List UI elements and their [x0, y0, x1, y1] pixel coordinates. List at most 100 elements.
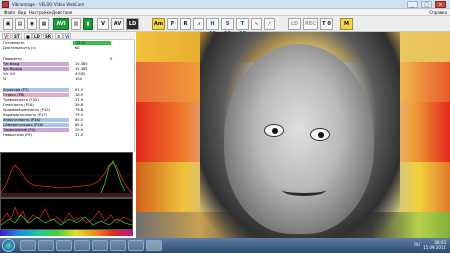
param-value: 4.932	[75, 72, 86, 76]
taskbar-app-icon[interactable]	[110, 240, 126, 251]
st-button[interactable]: ST	[12, 33, 22, 39]
emotion-label: Тревожность (F3X)	[3, 98, 39, 102]
settings-icon[interactable]: ⚙	[55, 33, 63, 39]
t10-button[interactable]: T 10	[236, 18, 249, 37]
taskbar-app-icon[interactable]	[92, 240, 108, 251]
taskbar-app-icon[interactable]	[146, 240, 162, 251]
color-spectrum-bar	[0, 230, 133, 236]
param-row: Ч/с ОО 4.932	[3, 72, 131, 76]
window-title: Vibraimage - VELDO Video WebCam	[12, 2, 85, 7]
emotion-label: Харизматичность (P17)	[3, 113, 48, 117]
emotion-row: Уравновешенность (P10) 79.8	[3, 108, 131, 112]
m-button[interactable]: M	[340, 18, 353, 30]
ld-button[interactable]: LD	[126, 18, 139, 30]
ld-sub-button[interactable]: LD	[32, 33, 42, 39]
emotion-value: 85.5	[75, 123, 84, 127]
start-button[interactable]	[2, 239, 15, 252]
menu-file[interactable]: Файл	[4, 10, 15, 15]
param-header-unit: S	[110, 57, 113, 61]
param-label: Ч/с Вход	[3, 62, 69, 66]
r-button[interactable]: R	[180, 18, 191, 30]
emotion-value: 61.5	[75, 88, 84, 92]
taskbar-app-icon[interactable]	[38, 240, 54, 251]
param-label: Ч/с Выход	[3, 67, 69, 71]
parameters-panel: Готовность 75 % Длительность (с) 60 Пара…	[0, 40, 135, 152]
emotion-label: Уравновешенность (P10)	[3, 108, 50, 112]
h10-button[interactable]: H 10	[206, 18, 219, 37]
face-region	[224, 44, 374, 234]
emotion-label: Невротизм (F9)	[3, 133, 32, 137]
param-header-label: Параметр	[3, 57, 22, 61]
mouth	[282, 184, 326, 196]
param-label: N	[3, 77, 6, 81]
clock[interactable]: 08:03 15.09.2011	[423, 240, 446, 250]
taskbar-app-icon[interactable]	[74, 240, 90, 251]
duration-row: Длительность (с) 60	[3, 46, 131, 50]
menu-actions[interactable]: Действия	[52, 10, 72, 15]
param-row: Ч/с Вход 15.385	[3, 62, 131, 66]
rec-button[interactable]: REC	[303, 18, 318, 30]
menu-bar: Файл Вид Настройки Действия Справка	[0, 9, 450, 16]
vi-sub-button[interactable]: Vi	[63, 33, 72, 39]
av-button[interactable]: AV	[111, 18, 124, 30]
emotion-row: Харизматичность (P17) 79.3	[3, 113, 131, 117]
duration-label: Длительность (с)	[3, 46, 36, 50]
emotion-label: Опасность (P16)	[3, 103, 34, 107]
t0-button[interactable]: T 0	[320, 18, 333, 30]
emotion-row: Тревожность (F3X) 37.9	[3, 98, 131, 102]
histogram-svg	[0, 160, 133, 197]
maximize-button[interactable]: □	[421, 1, 432, 8]
camera-icon[interactable]: ◉	[27, 18, 37, 30]
save-icon[interactable]: ▣	[3, 18, 13, 30]
emotion-row: Опасность (P16) 39.8	[3, 103, 131, 107]
param-value: 15.385	[75, 67, 88, 71]
am-button[interactable]: Am	[152, 18, 165, 30]
duration-value: 60	[75, 46, 80, 50]
square-icon[interactable]: ■	[24, 33, 32, 39]
menu-view[interactable]: Вид	[18, 10, 26, 15]
readiness-row: Готовность 75 %	[3, 41, 131, 45]
param-value: 100	[75, 77, 82, 81]
taskbar-app-icon[interactable]	[20, 240, 36, 251]
bars-icon[interactable]: ▮	[83, 18, 93, 30]
emotion-value: 31.0	[75, 133, 84, 137]
graph-icon[interactable]: ⩘	[193, 18, 204, 30]
param-label: Ч/с ОО	[3, 72, 16, 76]
chart-icon[interactable]: ▥	[71, 18, 81, 30]
emotion-row: Саморегуляция (P16) 85.5	[3, 123, 131, 127]
vi-button[interactable]: VI	[2, 33, 11, 39]
emotion-value: 25.9	[75, 128, 84, 132]
mode-bar: VI ST ■ LD SR ⚙ Vi	[0, 32, 135, 40]
minimize-button[interactable]: _	[407, 1, 418, 8]
taskbar-app-icon[interactable]	[128, 240, 144, 251]
emotion-label: Стресс (P8)	[3, 93, 69, 97]
toolbar: ▣ ▤ ◉ ▦ AVI ▥ ▮ V AV LD Am F R ⩘ H 10 S …	[0, 16, 450, 37]
emotion-label: Саморегуляция (P16)	[3, 123, 69, 127]
readiness-label: Готовность	[3, 41, 25, 45]
param-value: 15.385	[75, 62, 88, 66]
language-indicator[interactable]: RU	[414, 242, 420, 247]
emotion-row: Энергичность (P18) 85.5	[3, 118, 131, 122]
sr-button[interactable]: SR	[43, 33, 53, 39]
film-icon[interactable]: ▦	[39, 18, 49, 30]
emotion-value: 18.5	[75, 93, 84, 97]
menu-settings[interactable]: Настройки	[29, 10, 52, 15]
frequency-svg	[0, 205, 133, 226]
trend-icon[interactable]: ⁄	[264, 18, 275, 30]
f-button[interactable]: F	[167, 18, 178, 30]
taskbar-app-icon[interactable]	[56, 240, 72, 251]
menu-help[interactable]: Справка	[429, 10, 447, 15]
emotion-value: 79.3	[75, 113, 84, 117]
close-button[interactable]: ×	[435, 1, 446, 8]
app-icon	[2, 1, 9, 8]
readiness-value: 75 %	[76, 41, 86, 45]
title-bar: Vibraimage - VELDO Video WebCam _ □ ×	[0, 0, 450, 9]
wave-icon[interactable]: ∿	[251, 18, 262, 30]
open-icon[interactable]: ▤	[15, 18, 25, 30]
ld-gray-button[interactable]: LD	[288, 18, 301, 30]
emotion-value: 37.9	[75, 98, 84, 102]
v-button[interactable]: V	[97, 18, 109, 30]
avi-button[interactable]: AVI	[53, 18, 69, 30]
emotion-value: 39.8	[75, 103, 84, 107]
s10-button[interactable]: S 10	[221, 18, 234, 37]
